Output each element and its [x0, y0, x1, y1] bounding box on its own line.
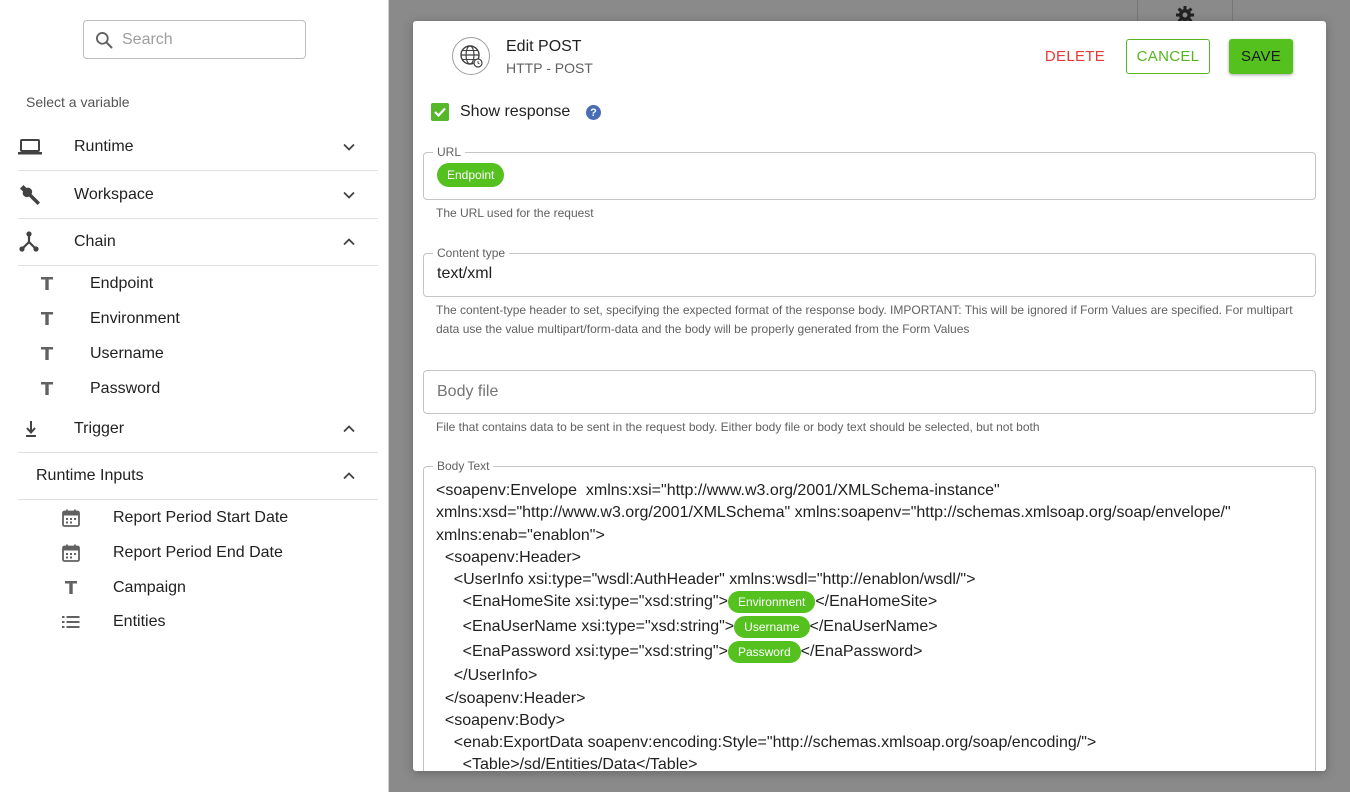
variable-report-period-end-date[interactable]: Report Period End Date	[59, 536, 283, 570]
environment-chip[interactable]: Environment	[727, 591, 816, 614]
laptop-icon	[18, 138, 48, 156]
calendar-icon	[59, 508, 83, 528]
group-runtime[interactable]: Runtime	[18, 124, 378, 171]
variable-label: Endpoint	[90, 275, 154, 292]
text-type-icon: T	[40, 273, 54, 295]
variable-label: Campaign	[113, 579, 186, 596]
password-chip[interactable]: Password	[727, 640, 801, 663]
content-type-field[interactable]: Content type text/xml	[423, 247, 1316, 297]
group-workspace[interactable]: Workspace	[18, 172, 378, 219]
code-line: </UserInfo>	[436, 667, 538, 685]
body-text-editor[interactable]: <soapenv:Envelope xmlns:xsi="http://www.…	[436, 480, 1231, 771]
code-line: <soapenv:Header>	[436, 548, 581, 566]
chain-icon	[18, 231, 48, 253]
save-button[interactable]: SAVE	[1229, 39, 1293, 74]
code-line: <UserInfo xsi:type="wsdl:AuthHeader" xml…	[436, 571, 976, 589]
url-field[interactable]: URL Endpoint	[423, 146, 1316, 200]
globe-icon	[452, 37, 490, 75]
group-runtime-inputs-label: Runtime Inputs	[36, 467, 144, 484]
code-line: <EnaHomeSite xsi:type="xsd:string"> Envir…	[436, 591, 1231, 616]
search-icon	[96, 31, 113, 48]
content-type-value: text/xml	[437, 265, 493, 282]
variable-report-period-start-date[interactable]: Report Period Start Date	[59, 501, 288, 535]
group-workspace-label: Workspace	[74, 186, 154, 203]
list-icon	[59, 614, 83, 630]
code-text: </EnaHomeSite>	[815, 593, 938, 611]
code-text: <EnaUserName xsi:type="xsd:string">	[436, 618, 735, 636]
text-type-icon: T	[40, 308, 54, 330]
endpoint-chip[interactable]: Endpoint	[437, 163, 505, 187]
text-type-icon: T	[40, 343, 54, 365]
variable-label: Password	[90, 380, 161, 397]
body-file-field[interactable]: Body file	[423, 370, 1316, 414]
help-icon[interactable]: ?	[586, 105, 601, 120]
delete-button[interactable]: DELETE	[1038, 39, 1112, 74]
chevron-up-icon	[343, 238, 355, 246]
code-line: <EnaPassword xsi:type="xsd:string"> Passw…	[436, 640, 1231, 666]
variable-label: Environment	[90, 310, 180, 327]
variable-panel: Select a variable Runtime Workspace Chai…	[0, 0, 389, 792]
code-text: <EnaPassword xsi:type="xsd:string">	[436, 642, 728, 660]
username-chip[interactable]: Username	[734, 616, 810, 639]
text-type-icon: T	[40, 378, 54, 400]
code-line: <enab:ExportData soapenv:encoding:Style=…	[436, 734, 1097, 752]
variable-endpoint[interactable]: T Endpoint	[35, 267, 153, 301]
text-type-icon: T	[64, 577, 78, 599]
variable-label: Report Period Start Date	[113, 509, 289, 526]
trigger-icon	[18, 418, 48, 440]
url-legend: URL	[437, 145, 462, 159]
code-line: <soapenv:Envelope xmlns:xsi="http://www.…	[436, 482, 1000, 499]
code-text: </EnaPassword>	[800, 642, 923, 660]
code-line: <EnaUserName xsi:type="xsd:string"> Usern…	[436, 616, 1231, 641]
variable-username[interactable]: T Username	[35, 337, 164, 371]
code-line: xmlns:enab="enablon">	[436, 526, 605, 544]
chevron-up-icon	[343, 425, 355, 433]
code-line: <soapenv:Body>	[436, 711, 565, 729]
cancel-button[interactable]: CANCEL	[1126, 39, 1210, 74]
code-line: </soapenv:Header>	[436, 689, 586, 707]
code-line: <Table>/sd/Entities/Data</Table>	[436, 756, 698, 771]
code-text: <EnaHomeSite xsi:type="xsd:string">	[436, 593, 728, 611]
group-runtime-label: Runtime	[74, 138, 134, 155]
code-line: xmlns:xsd="http://www.w3.org/2001/XMLSch…	[436, 504, 1231, 522]
gear-icon	[1175, 5, 1195, 21]
show-response-label: Show response	[460, 103, 571, 120]
url-helper-text: The URL used for the request	[436, 206, 594, 220]
body-file-placeholder: Body file	[437, 383, 499, 400]
calendar-icon	[59, 543, 83, 563]
variable-password[interactable]: T Password	[35, 372, 160, 406]
group-runtime-inputs[interactable]: Runtime Inputs	[18, 453, 378, 500]
variable-campaign[interactable]: T Campaign	[59, 571, 186, 605]
group-trigger-label: Trigger	[74, 420, 125, 437]
show-response-checkbox[interactable]	[431, 103, 449, 121]
body-file-helper-text: File that contains data to be sent in th…	[436, 420, 1040, 434]
dialog-title: Edit POST	[506, 38, 582, 55]
code-text: </EnaUserName>	[809, 618, 938, 636]
variable-label: Entities	[113, 613, 166, 630]
variable-label: Username	[90, 345, 164, 362]
chevron-down-icon	[343, 143, 355, 151]
group-chain-label: Chain	[74, 233, 116, 250]
variable-label: Report Period End Date	[113, 544, 283, 561]
group-trigger[interactable]: Trigger	[18, 406, 378, 453]
select-variable-label: Select a variable	[26, 94, 130, 110]
group-chain[interactable]: Chain	[18, 219, 378, 266]
search-box[interactable]	[83, 20, 306, 59]
wrench-icon	[18, 183, 48, 207]
search-input[interactable]	[122, 30, 292, 49]
chevron-up-icon	[343, 472, 355, 480]
variable-environment[interactable]: T Environment	[35, 302, 180, 336]
edit-post-dialog: Edit POST HTTP - POST DELETE CANCEL SAVE…	[413, 21, 1326, 771]
dialog-subtitle: HTTP - POST	[506, 60, 593, 76]
variable-entities[interactable]: Entities	[59, 605, 165, 639]
checkmark-icon	[434, 107, 446, 118]
body-text-field[interactable]: Body Text <soapenv:Envelope xmlns:xsi="h…	[423, 460, 1316, 771]
chevron-down-icon	[343, 191, 355, 199]
body-text-legend: Body Text	[437, 459, 490, 473]
content-type-legend: Content type	[437, 246, 506, 260]
content-type-helper-text: The content-type header to set, specifyi…	[436, 303, 1293, 336]
